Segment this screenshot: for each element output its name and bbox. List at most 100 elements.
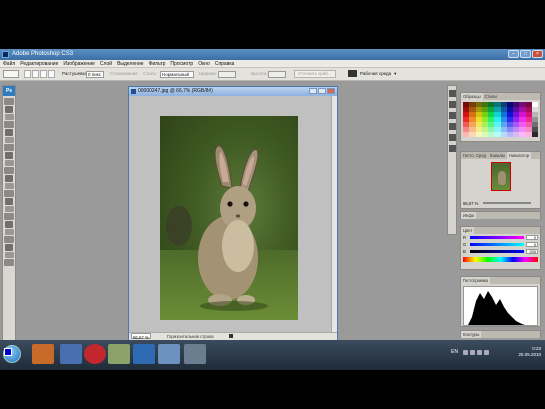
document-maximize-button[interactable] — [318, 88, 326, 94]
taskbar-app-icon[interactable] — [184, 344, 206, 364]
brush-tool-icon[interactable] — [5, 152, 13, 159]
tab-info[interactable]: Инфо — [461, 212, 477, 219]
document-icon — [131, 89, 136, 94]
navigator-zoom-slider[interactable] — [483, 202, 531, 204]
taskbar-opera-icon[interactable] — [84, 344, 106, 364]
path-selection-tool-icon[interactable] — [5, 221, 13, 228]
rabbit-photo[interactable] — [160, 116, 298, 320]
tab-color[interactable]: Цвет — [461, 227, 475, 234]
intersect-selection-icon[interactable] — [48, 70, 55, 78]
marquee-tool-icon[interactable] — [5, 106, 13, 113]
swatch-cell[interactable] — [531, 132, 538, 137]
height-input[interactable] — [268, 71, 286, 78]
color-spectrum-bar[interactable] — [463, 257, 538, 262]
tab-histogram-channels[interactable]: Гисто. Сред — [461, 152, 488, 159]
status-info[interactable]: Горизонтальная строка — [167, 333, 214, 340]
type-tool-icon[interactable] — [4, 213, 14, 220]
move-tool-icon[interactable] — [4, 98, 14, 105]
healing-brush-tool-icon[interactable] — [4, 144, 14, 151]
document-vertical-scrollbar[interactable] — [331, 96, 337, 332]
history-panel-icon[interactable] — [448, 90, 456, 97]
pen-tool-icon[interactable] — [4, 206, 14, 212]
tool-preset-picker[interactable] — [3, 70, 19, 78]
channel-r-slider[interactable] — [470, 236, 524, 239]
tray-arrow-icon[interactable] — [463, 350, 468, 355]
magic-wand-tool-icon[interactable] — [4, 121, 14, 128]
language-indicator[interactable]: EN — [451, 349, 458, 355]
workspace-menu[interactable]: Рабочая среда ▾ — [348, 70, 396, 77]
notes-tool-icon[interactable] — [4, 236, 14, 243]
taskbar-save-icon[interactable] — [60, 344, 82, 364]
menu-image[interactable]: Изображение — [63, 61, 95, 67]
actions-panel-icon[interactable] — [448, 101, 456, 108]
channel-b-slider[interactable] — [470, 250, 524, 253]
tab-navigator[interactable]: Навигатор — [506, 152, 532, 159]
tab-styles[interactable]: Стили — [483, 93, 499, 100]
menu-help[interactable]: Справка — [215, 61, 235, 67]
history-brush-tool-icon[interactable] — [4, 167, 14, 174]
tray-network-icon[interactable] — [477, 350, 482, 355]
tab-paths[interactable]: Контуры — [461, 331, 482, 338]
feather-input[interactable]: 0 пикс — [86, 71, 104, 78]
brushes-panel-icon[interactable] — [448, 123, 456, 130]
taskbar-ie-icon[interactable] — [32, 344, 54, 364]
lasso-tool-icon[interactable] — [4, 114, 14, 120]
tab-histogram[interactable]: Гистограмма — [461, 277, 490, 284]
taskbar-explorer-icon[interactable] — [108, 344, 130, 364]
subtract-selection-icon[interactable] — [40, 70, 47, 78]
gradient-tool-icon[interactable] — [4, 183, 14, 189]
menu-file[interactable]: Файл — [3, 61, 15, 67]
eyedropper-tool-icon[interactable] — [5, 244, 13, 251]
navigator-zoom-value[interactable]: 66,67 % — [463, 201, 478, 206]
shape-tool-icon[interactable] — [4, 229, 14, 235]
tray-volume-icon[interactable] — [484, 350, 489, 355]
clone-stamp-tool-icon[interactable] — [4, 160, 14, 166]
document-close-button[interactable] — [327, 88, 335, 94]
blur-tool-icon[interactable] — [4, 190, 14, 197]
close-button[interactable]: × — [532, 50, 543, 58]
refine-edge-button[interactable]: Уточнить край... — [294, 70, 336, 78]
menu-filter[interactable]: Фильтр — [149, 61, 166, 67]
hand-tool-icon[interactable] — [4, 252, 14, 258]
zoom-tool-icon[interactable] — [4, 259, 14, 266]
taskbar-image-viewer-icon[interactable] — [158, 344, 180, 364]
navigator-thumbnail[interactable] — [491, 162, 511, 191]
maximize-button[interactable]: □ — [520, 50, 531, 58]
menu-view[interactable]: Просмотр — [170, 61, 193, 67]
swatch-grid[interactable] — [461, 100, 540, 139]
eraser-tool-icon[interactable] — [5, 175, 13, 182]
channel-g-slider[interactable] — [470, 243, 524, 246]
minimize-button[interactable]: – — [508, 50, 519, 58]
channel-b-value[interactable]: 255 — [526, 249, 538, 254]
tray-icons — [463, 350, 489, 355]
menu-window[interactable]: Окно — [198, 61, 210, 67]
document-titlebar[interactable]: 00000247.jpg @ 66,7% (RGB/8#) — [129, 87, 337, 96]
tab-swatches[interactable]: Образцы — [461, 93, 483, 100]
status-menu-arrow-icon[interactable] — [229, 334, 233, 338]
tray-clock[interactable]: 0:23 25.05.2010 — [518, 346, 541, 358]
document-minimize-button[interactable] — [309, 88, 317, 94]
tab-channels[interactable]: Каналы — [488, 152, 507, 159]
antialias-checkbox[interactable]: Сглаживание — [110, 71, 138, 76]
channel-g-value[interactable]: 0 — [526, 242, 538, 247]
canvas-area[interactable] — [129, 96, 332, 332]
foreground-color-swatch[interactable] — [4, 348, 12, 356]
new-selection-icon[interactable] — [24, 70, 31, 78]
add-selection-icon[interactable] — [32, 70, 39, 78]
style-select[interactable]: Нормальный — [160, 71, 194, 78]
tool-presets-panel-icon[interactable] — [448, 112, 456, 119]
tray-flag-icon[interactable] — [470, 350, 475, 355]
width-input[interactable] — [218, 71, 236, 78]
menu-layer[interactable]: Слой — [100, 61, 112, 67]
layer-comps-panel-icon[interactable] — [448, 145, 456, 152]
clone-source-panel-icon[interactable] — [448, 134, 456, 141]
zoom-level-field[interactable]: 66,67 % — [131, 333, 151, 340]
slice-tool-icon[interactable] — [4, 137, 14, 143]
crop-tool-icon[interactable] — [5, 129, 13, 136]
menu-edit[interactable]: Редактирование — [20, 61, 58, 67]
menu-select[interactable]: Выделение — [117, 61, 144, 67]
channel-r-value[interactable]: 0 — [526, 235, 538, 240]
navigator-rabbit-preview — [498, 171, 506, 185]
taskbar-photoshop-icon[interactable] — [133, 344, 155, 364]
dodge-tool-icon[interactable] — [5, 198, 13, 205]
